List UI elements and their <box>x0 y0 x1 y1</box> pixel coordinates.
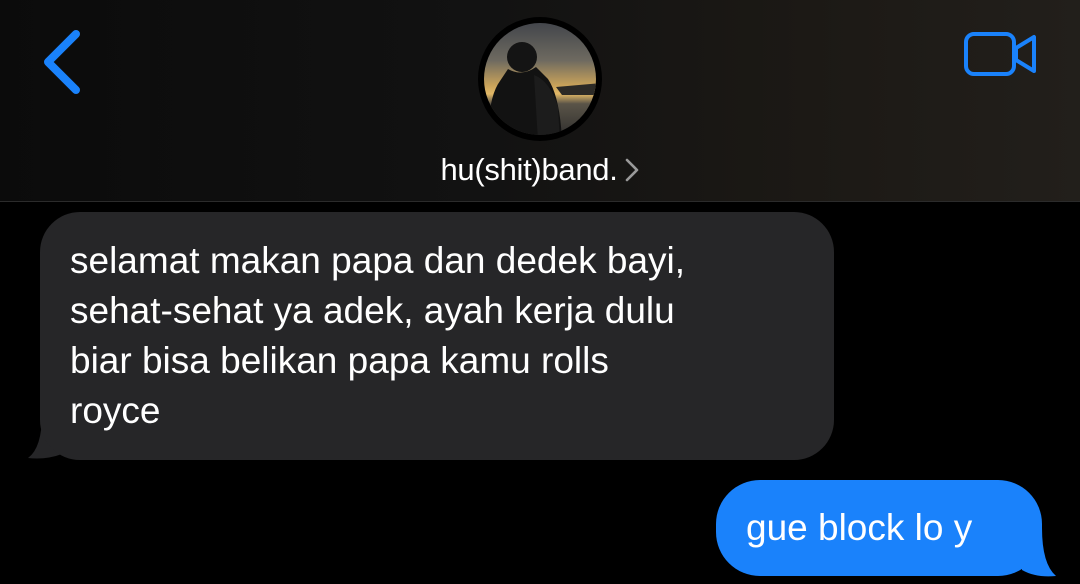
message-thread: selamat makan papa dan dedek bayi, sehat… <box>0 202 1080 584</box>
contact-avatar[interactable] <box>478 17 602 141</box>
incoming-message-bubble[interactable]: selamat makan papa dan dedek bayi, sehat… <box>40 212 834 460</box>
video-call-button[interactable] <box>962 30 1040 78</box>
outgoing-message-bubble[interactable]: gue block lo y <box>716 480 1042 576</box>
back-button[interactable] <box>38 28 88 98</box>
contact-name: hu(shit)band. <box>440 152 618 187</box>
video-camera-icon <box>964 32 1036 76</box>
conversation-header: hu(shit)band. <box>0 0 1080 202</box>
chevron-right-icon <box>625 158 638 182</box>
chevron-left-icon <box>44 30 80 94</box>
contact-name-button[interactable]: hu(shit)band. <box>0 150 1080 190</box>
